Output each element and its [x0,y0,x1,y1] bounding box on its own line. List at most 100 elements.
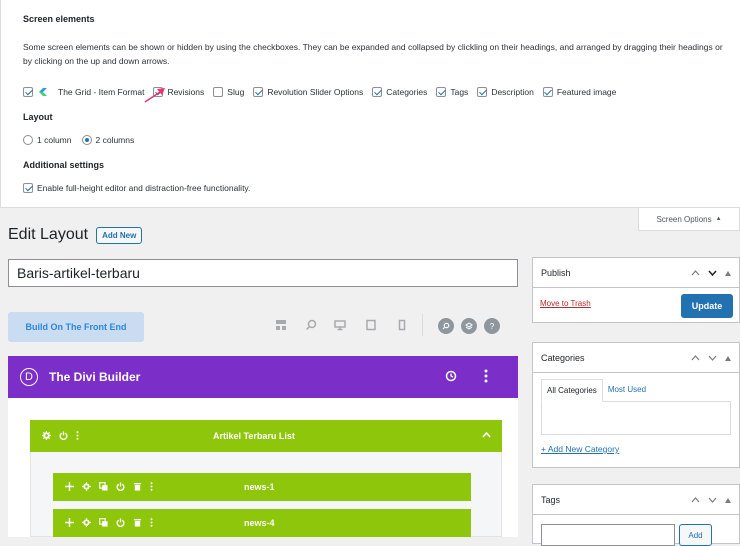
checkbox-categories[interactable] [372,87,383,97]
history-icon[interactable] [445,370,457,385]
radio-2-columns[interactable] [81,135,92,145]
more-options-icon[interactable] [150,517,153,529]
additional-settings-heading: Additional settings [23,160,104,170]
layout-options: 1 column 2 columns [23,135,134,145]
option-slug[interactable]: Slug [213,87,244,97]
trash-icon[interactable] [133,518,142,529]
divi-more-options-icon[interactable] [484,369,488,386]
power-toggle-icon[interactable] [59,430,68,442]
move-up-icon[interactable] [691,495,700,505]
row-news-4[interactable]: news-4 [53,509,471,537]
move-down-icon[interactable] [708,353,717,363]
checkbox-slug[interactable] [213,87,224,97]
toggle-panel-icon[interactable] [725,353,731,363]
checkbox-description[interactable] [477,87,488,97]
toggle-panel-icon[interactable] [725,495,731,505]
categories-title: Categories [541,352,585,363]
add-tag-button[interactable]: Add [679,524,712,546]
settings-gear-icon[interactable] [82,517,91,529]
publish-header[interactable]: Publish [533,258,739,288]
row-news-1[interactable]: news-1 [53,473,471,501]
category-checklist[interactable] [541,401,731,435]
settings-gear-icon[interactable] [82,481,91,493]
page-title: Edit Layout [8,226,89,243]
label-2-columns: 2 columns [95,135,135,145]
the-grid-logo-icon [39,88,47,96]
move-down-icon[interactable] [708,268,717,278]
add-new-button[interactable]: Add New [96,226,143,244]
checkbox-tags[interactable] [436,87,447,97]
search-icon[interactable] [438,318,454,334]
move-icon[interactable] [65,481,74,493]
row-label: news-4 [244,518,275,528]
option-revolution-slider[interactable]: Revolution Slider Options [253,87,363,97]
checkbox-featured-image[interactable] [542,87,553,97]
annotation-arrow-icon [144,88,165,103]
toggle-panel-icon[interactable] [725,268,731,278]
tablet-view-icon[interactable] [365,319,377,334]
option-categories[interactable]: Categories [372,87,427,97]
radio-1-column[interactable] [23,135,33,145]
settings-gear-icon[interactable] [42,430,51,442]
move-down-icon[interactable] [708,495,717,505]
layout-heading: Layout [23,112,53,122]
tab-all-categories[interactable]: All Categories [541,379,603,402]
option-1-column[interactable]: 1 column [23,135,72,145]
move-up-icon[interactable] [691,353,700,363]
checkbox-full-height-editor[interactable] [23,183,33,193]
row-label: news-1 [244,482,275,492]
screen-options-tab-label: Screen Options [656,214,712,224]
build-front-end-button[interactable]: Build On The Front End [8,312,144,342]
option-tags[interactable]: Tags [436,87,468,97]
power-toggle-icon[interactable] [116,481,125,493]
help-icon[interactable]: ? [484,318,500,334]
add-new-category-link[interactable]: + Add New Category [541,444,619,454]
post-title-input[interactable]: Baris-artikel-terbaru [8,259,518,287]
move-icon[interactable] [65,517,74,529]
publish-title: Publish [541,267,571,278]
power-toggle-icon[interactable] [116,517,125,529]
more-options-icon[interactable] [76,430,79,442]
chevron-up-icon[interactable] [482,431,491,441]
screen-elements-heading: Screen elements [23,14,95,24]
publish-metabox: Publish Move to Trash Update [532,257,740,323]
trash-icon[interactable] [133,482,142,493]
option-the-grid[interactable]: The Grid - Item Format [23,86,144,98]
publish-actions: Move to Trash Update [533,288,739,322]
option-2-columns[interactable]: 2 columns [81,135,135,145]
move-up-icon[interactable] [691,268,700,278]
more-options-icon[interactable] [150,481,153,493]
option-description[interactable]: Description [477,87,534,97]
tag-input[interactable] [541,524,675,546]
section-artikel-terbaru[interactable]: Artikel Terbaru List [30,420,502,452]
screen-options-panel: Screen elements Some screen elements can… [0,0,740,208]
category-tabs: All Categories Most Used [541,379,731,402]
update-button[interactable]: Update [681,294,733,318]
checkbox-the-grid[interactable] [23,87,33,97]
desktop-view-icon[interactable] [334,319,346,334]
zoom-icon[interactable] [305,319,317,334]
checkbox-revolution-slider[interactable] [253,87,264,97]
layout-grid-icon[interactable] [275,319,287,334]
label-revisions: Revisions [167,87,205,97]
tags-header[interactable]: Tags [533,485,739,515]
tab-most-used[interactable]: Most Used [603,379,651,402]
arrow-up-icon: ▲ [715,216,722,222]
section-toolbar [42,420,79,452]
metabox-controls [691,258,731,287]
option-full-height-editor[interactable]: Enable full-height editor and distractio… [23,183,250,193]
option-featured-image[interactable]: Featured image [542,87,616,97]
move-to-trash-link[interactable]: Move to Trash [540,299,591,308]
label-tags: Tags [450,87,469,97]
layers-icon[interactable] [461,318,477,334]
phone-view-icon[interactable] [396,319,408,334]
screen-options-tab[interactable]: Screen Options ▲ [638,208,740,231]
duplicate-icon[interactable] [99,481,108,493]
categories-header[interactable]: Categories [533,343,739,373]
duplicate-icon[interactable] [99,517,108,529]
section-label: Artikel Terbaru List [213,431,295,441]
divi-logo-icon: D [20,368,38,386]
categories-metabox: Categories All Categories Most Used + Ad… [532,342,740,468]
divi-builder-title: The Divi Builder [49,370,141,384]
label-description: Description [491,87,534,97]
